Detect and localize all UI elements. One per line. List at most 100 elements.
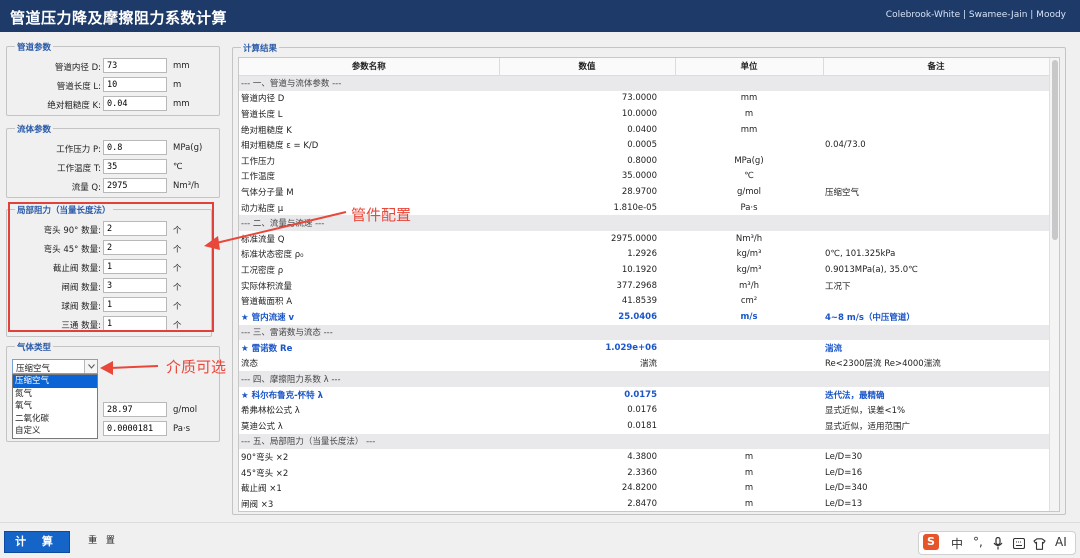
cell-note [823,200,1049,216]
pipe-length-unit: m [173,80,182,90]
cell-unit: MPa(g) [734,155,764,166]
table-row[interactable]: 气体分子量 M 28.9700 g/mol 压缩空气 [239,184,1049,200]
cell-value: 25.0406 [618,311,657,322]
pipe-length-input[interactable] [103,77,167,92]
table-row[interactable]: 截止阀 ×1 24.8200 m Le/D=340 [239,480,1049,496]
table-section-row[interactable]: --- 三、雷诺数与流态 --- [239,324,1049,341]
table-row[interactable]: 相对粗糙度 ε = K/D 0.0005 0.04/73.0 [239,137,1049,153]
cell-note: 湍流 [825,343,843,354]
scrollbar-thumb[interactable] [1052,60,1058,240]
table-row[interactable]: 标准流量 Q 2975.0000 Nm³/h [239,231,1049,247]
cell-unit [675,402,823,418]
pressure-input[interactable] [103,140,167,155]
calculate-button[interactable]: 计 算 [4,531,70,553]
cell-note: 压缩空气 [825,187,860,198]
cell-note [823,231,1049,247]
cell-name: 相对粗糙度 ε = K/D [241,141,319,152]
table-section-row[interactable]: --- 五、局部阻力（当量长度法） --- [239,433,1049,450]
microphone-icon[interactable] [993,536,1003,553]
cell-note: Le/D=16 [825,467,863,478]
table-row[interactable]: 工作温度 35.0000 ℃ [239,169,1049,185]
cell-value [499,75,675,91]
pipe-diameter-unit: mm [173,61,190,71]
cell-value: 0.0176 [627,405,657,416]
table-section-row[interactable]: --- 四、摩擦阻力系数 λ --- [239,371,1049,387]
table-row[interactable]: 45°弯头 ×2 2.3360 m Le/D=16 [239,465,1049,481]
flow-input[interactable] [103,178,167,193]
table-row[interactable]: 90°弯头 ×2 4.3800 m Le/D=30 [239,449,1049,465]
cell-unit [675,356,823,372]
table-row[interactable]: 流态 湍流 Re<2300层流 Re>4000湍流 [239,356,1049,372]
fluid-params-group: 流体参数 工作压力 P: MPa(g) 工作温度 T: ℃ 流量 Q: Nm³/… [6,123,220,198]
table-row[interactable]: 工况密度 ρ 10.1920 kg/m³ 0.9013MPa(a), 35.0℃ [239,262,1049,278]
cell-name: 截止阀 ×1 [241,484,282,495]
flow-unit: Nm³/h [173,181,200,191]
chevron-down-icon[interactable] [84,360,97,373]
roughness-input[interactable] [103,96,167,111]
gas-type-selected: 压缩空气 [16,364,51,374]
col-header-name[interactable]: 参数名称 [239,58,500,76]
cell-note: 显式近似，适用范围广 [825,421,911,432]
cell-unit: m/s [740,311,758,322]
cell-unit: Nm³/h [735,233,763,244]
cell-unit: kg/m³ [736,249,762,260]
ime-logo-icon[interactable]: S [923,534,939,550]
ime-ai-button[interactable]: AI [1055,535,1067,549]
pipe-diameter-input[interactable] [103,58,167,73]
table-row[interactable]: 管道截面积 A 41.8539 cm² [239,293,1049,309]
gas-option-custom[interactable]: 自定义 [13,425,97,438]
cell-note [823,293,1049,309]
col-header-unit[interactable]: 单位 [675,58,824,76]
app-title: 管道压力降及摩擦阻力系数计算 [10,9,228,27]
table-row[interactable]: ★ 科尔布鲁克-怀特 λ 0.0175 迭代法，最精确 [239,387,1049,403]
medium-annotation: 介质可选 [166,358,227,376]
ime-lang-toggle[interactable]: 中 [951,535,963,552]
viscosity-input[interactable] [103,421,167,436]
gas-option-co2[interactable]: 二氧化碳 [13,413,97,426]
cell-unit [675,324,823,341]
table-row[interactable]: 管道长度 L 10.0000 m [239,106,1049,122]
cell-note: Le/D=340 [825,483,868,494]
table-row[interactable]: 莫迪公式 λ 0.0181 显式近似，适用范围广 [239,418,1049,434]
table-row[interactable]: 闸阀 ×3 2.8470 m Le/D=13 [239,496,1049,511]
results-scrollbar[interactable] [1049,58,1059,511]
pipe-params-legend: 管道参数 [15,41,54,53]
col-header-value[interactable]: 数值 [499,58,676,76]
table-row[interactable]: ★ 雷诺数 Re 1.029e+06 湍流 [239,340,1049,356]
skin-icon[interactable] [1033,538,1046,553]
cell-name: 气体分子量 M [241,187,294,198]
table-row[interactable]: 工作压力 0.8000 MPa(g) [239,153,1049,169]
col-header-note[interactable]: 备注 [823,58,1050,76]
cell-unit [675,75,823,91]
table-row[interactable]: ★ 管内流速 v 25.0406 m/s 4~8 m/s（中压管道） [239,309,1049,325]
gas-option-nitrogen[interactable]: 氮气 [13,388,97,401]
cell-unit: m³/h [739,280,759,291]
cell-unit: m [744,467,754,478]
table-row[interactable]: 希弗林松公式 λ 0.0176 显式近似，误差<1% [239,402,1049,418]
fluid-params-legend: 流体参数 [15,123,54,135]
ime-toolbar: S 中 °, AI [918,531,1076,555]
table-section-row[interactable]: --- 一、管道与流体参数 --- [239,75,1049,91]
temperature-input[interactable] [103,159,167,174]
table-row[interactable]: 实际体积流量 377.2968 m³/h 工况下 [239,278,1049,294]
keyboard-icon[interactable] [1012,537,1026,552]
gas-option-compressed-air[interactable]: 压缩空气 [13,375,97,388]
cell-unit: mm [740,93,758,104]
pressure-unit: MPa(g) [173,143,203,153]
gas-option-oxygen[interactable]: 氧气 [13,400,97,413]
table-row[interactable]: 绝对粗糙度 K 0.0400 mm [239,122,1049,138]
temperature-unit: ℃ [173,162,183,172]
table-row[interactable]: 管道内径 D 73.0000 mm [239,91,1049,107]
cell-name: 45°弯头 ×2 [241,468,289,479]
table-row[interactable]: 标准状态密度 ρ₀ 1.2926 kg/m³ 0℃, 101.325kPa [239,247,1049,263]
cell-value: 73.0000 [621,93,657,104]
ime-punctuation-toggle[interactable]: °, [973,535,983,549]
molar-mass-input[interactable] [103,402,167,417]
cell-name: --- 三、雷诺数与流态 --- [239,324,499,341]
reset-button[interactable]: 重 置 [78,531,128,553]
gas-type-select[interactable]: 压缩空气 [12,359,98,374]
results-group: 计算结果 参数名称 数值 单位 备注 --- 一、管道与流体参数 --- 管道内径… [232,42,1066,515]
cell-value: 377.2968 [616,280,657,291]
cell-name: 标准状态密度 ρ₀ [241,250,304,261]
cell-note [823,215,1049,231]
